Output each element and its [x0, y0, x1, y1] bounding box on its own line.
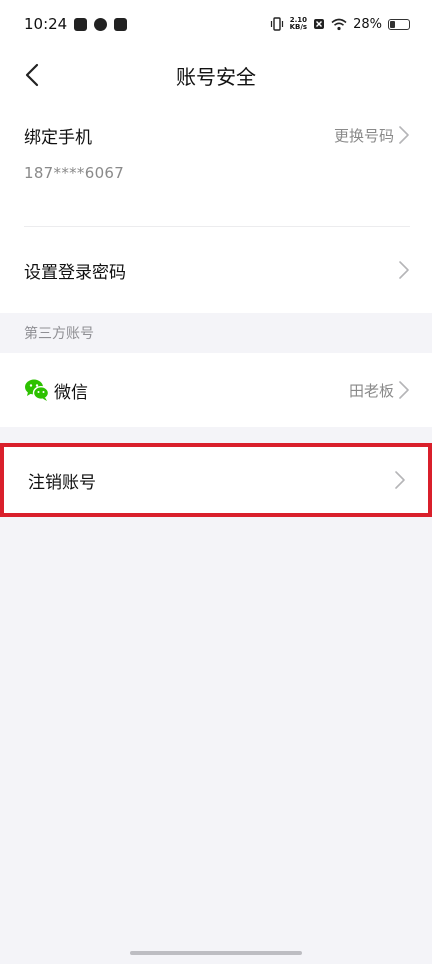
no-sim-icon [314, 19, 325, 29]
third-party-card: 微信 田老板 [0, 353, 432, 427]
spacer [0, 427, 432, 443]
status-bar: 10:24 2.10 KB/s 28% [0, 0, 432, 48]
tiktok-notification-icon [114, 17, 128, 31]
bind-phone-label: 绑定手机 [24, 127, 92, 148]
cancel-account-label: 注销账号 [28, 472, 96, 493]
status-time: 10:24 [24, 15, 68, 33]
home-indicator[interactable] [130, 951, 302, 955]
account-card: 绑定手机 更换号码 187****6067 设置登录密码 [0, 102, 432, 313]
back-button[interactable] [20, 60, 50, 90]
phone-number: 187****6067 [24, 164, 125, 182]
third-party-section-header: 第三方账号 [0, 313, 432, 353]
set-password-row[interactable]: 设置登录密码 [0, 227, 432, 313]
change-number-link[interactable]: 更换号码 [334, 125, 410, 146]
chevron-right-icon [399, 126, 409, 144]
cancel-account-row[interactable]: 注销账号 [0, 443, 432, 517]
network-speed-unit: KB/s [289, 23, 308, 31]
vibrate-icon [270, 17, 283, 31]
wechat-label: 微信 [54, 382, 88, 403]
bind-phone-row[interactable]: 绑定手机 更换号码 187****6067 [0, 102, 432, 226]
set-password-label: 设置登录密码 [24, 262, 126, 283]
chevron-left-icon [25, 63, 39, 87]
mail-notification-icon [74, 17, 88, 31]
app-notification-icon [94, 17, 108, 31]
chevron-right-icon [399, 261, 409, 279]
wifi-icon [331, 18, 347, 30]
network-speed: 2.10 KB/s [290, 17, 307, 31]
top-area: 10:24 2.10 KB/s 28% 账号安全 [0, 0, 432, 102]
wechat-row[interactable]: 微信 田老板 [0, 353, 432, 427]
status-bar-right: 2.10 KB/s 28% [270, 17, 410, 32]
wechat-icon [25, 379, 50, 401]
status-bar-left: 10:24 [24, 15, 128, 33]
page-title: 账号安全 [176, 64, 256, 89]
wechat-nickname: 田老板 [348, 381, 394, 400]
battery-percent: 28% [353, 16, 382, 32]
nav-bar: 账号安全 [0, 48, 432, 102]
change-number-label: 更换号码 [333, 126, 394, 145]
chevron-right-icon [395, 471, 405, 489]
cancel-account-card: 注销账号 [0, 443, 432, 517]
battery-icon [388, 18, 410, 30]
chevron-right-icon [399, 381, 409, 399]
